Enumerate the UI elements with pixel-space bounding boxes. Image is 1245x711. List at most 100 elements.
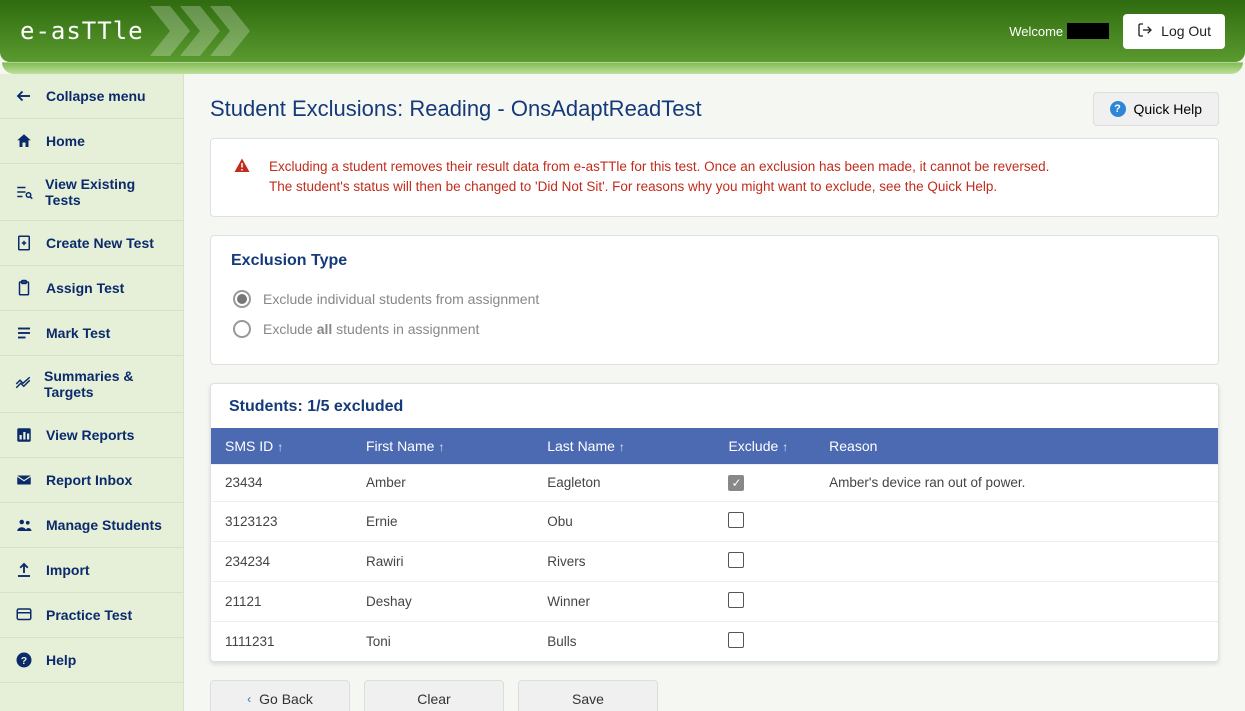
warning-line1: Excluding a student removes their result… xyxy=(269,157,1049,177)
exclude-checkbox[interactable] xyxy=(728,552,744,568)
table-row: 23434AmberEagletonAmber's device ran out… xyxy=(211,464,1218,501)
cell-reason xyxy=(815,541,1218,581)
cell-sms-id: 234234 xyxy=(211,541,352,581)
sidebar-item-label: Mark Test xyxy=(46,325,110,341)
sidebar-item-import[interactable]: Import xyxy=(0,548,183,593)
sidebar-item-help[interactable]: ? Help xyxy=(0,638,183,683)
sort-asc-icon: ↑ xyxy=(277,440,283,454)
exclusion-type-title: Exclusion Type xyxy=(231,252,1198,270)
lines-icon xyxy=(14,323,34,343)
sidebar-item-label: Summaries & Targets xyxy=(44,368,169,400)
cell-first-name: Deshay xyxy=(352,581,533,621)
cell-first-name: Rawiri xyxy=(352,541,533,581)
col-first-name[interactable]: First Name↑ xyxy=(352,428,533,465)
sidebar-item-manage-students[interactable]: Manage Students xyxy=(0,503,183,548)
radio-exclude-individual[interactable]: Exclude individual students from assignm… xyxy=(231,284,1198,314)
sidebar-item-label: Manage Students xyxy=(46,517,162,533)
go-back-label: Go Back xyxy=(259,691,313,707)
sidebar-item-home[interactable]: Home xyxy=(0,119,183,164)
users-icon xyxy=(14,515,34,535)
logout-icon xyxy=(1137,22,1153,41)
exclude-checkbox[interactable] xyxy=(728,512,744,528)
radio-icon xyxy=(233,320,251,338)
exclude-checkbox[interactable] xyxy=(728,475,744,491)
sidebar-item-label: Collapse menu xyxy=(46,88,146,104)
sidebar-item-report-inbox[interactable]: Report Inbox xyxy=(0,458,183,503)
arrow-left-icon xyxy=(14,86,34,106)
radio-exclude-all[interactable]: Exclude all students in assignment xyxy=(231,314,1198,344)
col-sms-id[interactable]: SMS ID↑ xyxy=(211,428,352,465)
cell-last-name: Winner xyxy=(533,581,714,621)
cell-last-name: Bulls xyxy=(533,621,714,661)
panel-icon xyxy=(14,605,34,625)
sidebar-item-practice[interactable]: Practice Test xyxy=(0,593,183,638)
radio-icon xyxy=(233,290,251,308)
cell-first-name: Toni xyxy=(352,621,533,661)
action-buttons: ‹ Go Back Clear Save xyxy=(210,680,1219,711)
home-icon xyxy=(14,131,34,151)
sidebar-item-collapse[interactable]: Collapse menu xyxy=(0,74,183,119)
cell-sms-id: 1111231 xyxy=(211,621,352,661)
save-label: Save xyxy=(572,691,604,707)
col-exclude[interactable]: Exclude↑ xyxy=(714,428,815,465)
clear-button[interactable]: Clear xyxy=(364,680,504,711)
exclude-checkbox[interactable] xyxy=(728,592,744,608)
sidebar-item-label: Home xyxy=(46,133,85,149)
bar-chart-icon xyxy=(14,425,34,445)
students-title: Students: 1/5 excluded xyxy=(211,398,1218,428)
welcome-label: Welcome xyxy=(1009,23,1109,39)
cell-first-name: Amber xyxy=(352,464,533,501)
go-back-button[interactable]: ‹ Go Back xyxy=(210,680,350,711)
col-reason[interactable]: Reason xyxy=(815,428,1218,465)
sidebar-item-label: Practice Test xyxy=(46,607,132,623)
cell-reason: Amber's device ran out of power. xyxy=(815,464,1218,501)
sidebar-item-assign[interactable]: Assign Test xyxy=(0,266,183,311)
warning-line2: The student's status will then be change… xyxy=(269,177,1049,197)
header-accent-bar xyxy=(2,62,1243,74)
quick-help-button[interactable]: ? Quick Help xyxy=(1093,92,1219,126)
logout-label: Log Out xyxy=(1161,23,1211,39)
sidebar-item-create-new[interactable]: Create New Test xyxy=(0,221,183,266)
sort-asc-icon: ↑ xyxy=(438,440,444,454)
upload-icon xyxy=(14,560,34,580)
quick-help-label: Quick Help xyxy=(1134,101,1202,117)
table-row: 21121DeshayWinner xyxy=(211,581,1218,621)
cell-first-name: Ernie xyxy=(352,501,533,541)
cell-last-name: Obu xyxy=(533,501,714,541)
radio-label: Exclude all students in assignment xyxy=(263,321,479,337)
sidebar-item-summaries[interactable]: Summaries & Targets xyxy=(0,356,183,413)
username-redacted xyxy=(1067,23,1109,39)
sort-asc-icon: ↑ xyxy=(782,440,788,454)
table-row: 234234RawiriRivers xyxy=(211,541,1218,581)
sidebar-item-view-existing[interactable]: View Existing Tests xyxy=(0,164,183,221)
chevron-left-icon: ‹ xyxy=(247,692,251,706)
search-list-icon xyxy=(14,182,33,202)
cell-sms-id: 3123123 xyxy=(211,501,352,541)
warning-icon xyxy=(233,157,251,178)
help-icon: ? xyxy=(1110,101,1126,117)
sidebar-item-mark[interactable]: Mark Test xyxy=(0,311,183,356)
sidebar-item-view-reports[interactable]: View Reports xyxy=(0,413,183,458)
sidebar-item-label: Help xyxy=(46,652,76,668)
logout-button[interactable]: Log Out xyxy=(1123,14,1225,49)
col-last-name[interactable]: Last Name↑ xyxy=(533,428,714,465)
cell-reason xyxy=(815,581,1218,621)
table-row: 1111231ToniBulls xyxy=(211,621,1218,661)
students-table: SMS ID↑ First Name↑ Last Name↑ Exclude↑ … xyxy=(211,428,1218,661)
page-title: Student Exclusions: Reading - OnsAdaptRe… xyxy=(210,96,702,122)
cell-sms-id: 21121 xyxy=(211,581,352,621)
sidebar-item-label: Report Inbox xyxy=(46,472,132,488)
svg-text:?: ? xyxy=(21,655,27,667)
question-icon: ? xyxy=(14,650,34,670)
warning-card: Excluding a student removes their result… xyxy=(210,138,1219,217)
sidebar-item-label: Create New Test xyxy=(46,235,154,251)
save-button[interactable]: Save xyxy=(518,680,658,711)
main-content: Student Exclusions: Reading - OnsAdaptRe… xyxy=(184,74,1245,711)
sort-asc-icon: ↑ xyxy=(619,440,625,454)
trend-icon xyxy=(14,374,32,394)
exclude-checkbox[interactable] xyxy=(728,632,744,648)
header-chevrons-decoration xyxy=(150,0,270,62)
sidebar-item-label: View Existing Tests xyxy=(45,176,169,208)
mail-icon xyxy=(14,470,34,490)
cell-reason xyxy=(815,501,1218,541)
